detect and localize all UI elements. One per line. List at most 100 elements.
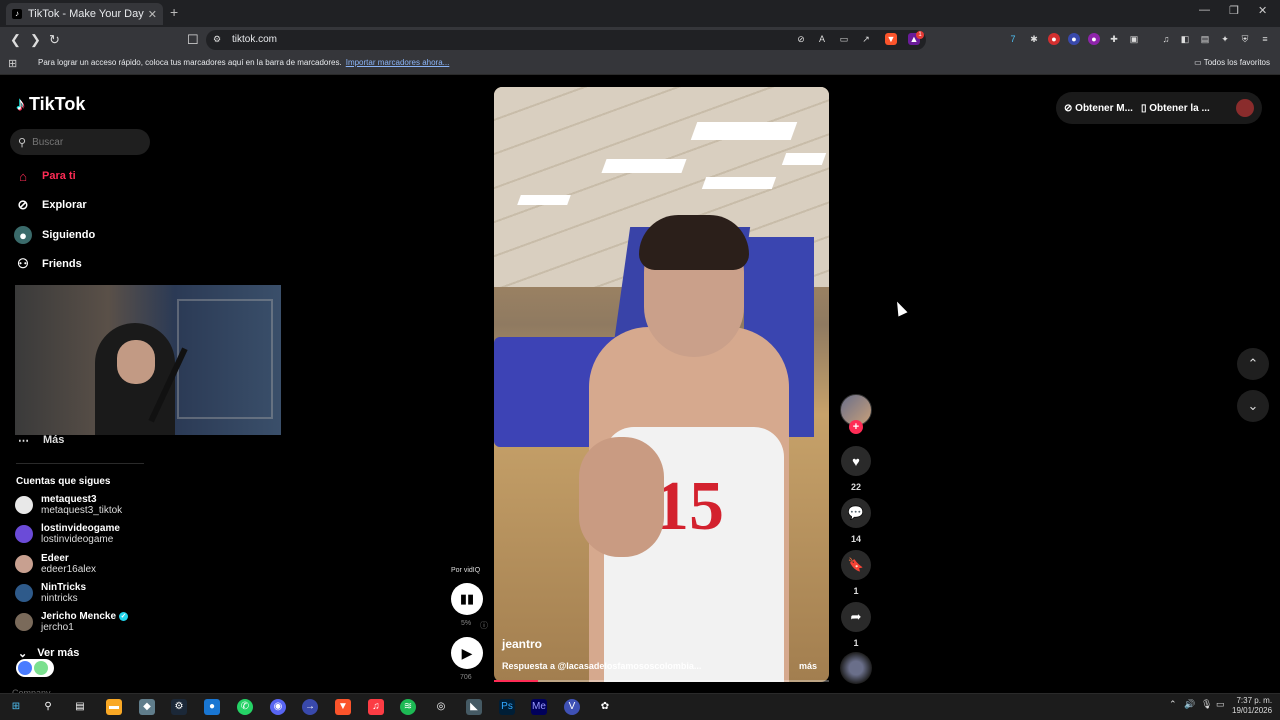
follow-plus-icon[interactable]: + [849, 420, 863, 434]
steam-icon[interactable]: ⚙ [171, 699, 187, 715]
extension-1-icon[interactable]: 7 [1007, 33, 1019, 45]
account-item[interactable]: lostinvideogame lostinvideogame [15, 523, 120, 545]
brave-shield-icon[interactable]: ▼ [885, 33, 897, 45]
vidiq-percent: 5% [461, 620, 472, 627]
photoshop-icon[interactable]: Ps [499, 699, 515, 715]
chatgpt-icon[interactable]: ✿ [597, 699, 613, 715]
extensions-puzzle-icon[interactable]: ✚ [1108, 33, 1120, 45]
more-label: Más [43, 434, 65, 446]
volume-icon[interactable]: 🔊 [1184, 699, 1195, 710]
discord-icon[interactable]: ◉ [270, 699, 286, 715]
bookmark-icon[interactable]: ☐ [187, 32, 199, 48]
browser-tab[interactable]: ♪ TikTok - Make Your Day ✕ [6, 3, 163, 25]
video-progress-bar[interactable] [494, 680, 829, 682]
brave-icon[interactable]: ▼ [335, 699, 351, 715]
account-item[interactable]: NinTricks nintricks [15, 582, 86, 604]
search-input[interactable] [32, 136, 133, 148]
tray-chevron-icon[interactable]: ⌃ [1169, 699, 1177, 710]
app-icon[interactable]: ◎ [433, 699, 449, 715]
cast-icon[interactable]: ▭ [838, 33, 850, 45]
comment-button[interactable]: 💬 [841, 498, 871, 528]
info-icon[interactable]: ⓘ [480, 620, 488, 631]
get-app-button[interactable]: ⊘ Obtener M... [1064, 103, 1133, 114]
save-button[interactable]: 🔖 [841, 550, 871, 580]
video-player[interactable]: 15 [494, 87, 829, 682]
file-explorer-icon[interactable]: ▬ [106, 699, 122, 715]
network-icon[interactable]: ▭ [1216, 699, 1225, 710]
translate-icon[interactable]: A [816, 33, 828, 45]
vidiq-stats-button[interactable]: ▮▮ [451, 583, 483, 615]
site-info-icon[interactable]: ⚙ [213, 34, 221, 45]
whatsapp-icon[interactable]: ✆ [237, 699, 253, 715]
music-disc-icon[interactable] [840, 652, 872, 684]
spotify-icon[interactable]: ≋ [400, 699, 416, 715]
url-text[interactable]: tiktok.com [232, 34, 277, 45]
like-button[interactable]: ♥ [841, 446, 871, 476]
share-button[interactable]: ➦ [841, 602, 871, 632]
new-tab-button[interactable]: + [170, 4, 178, 20]
sidebar-toggle-icon[interactable]: ◧ [1179, 33, 1191, 45]
music-icon[interactable]: ♫ [1160, 33, 1172, 45]
search-box[interactable]: ⚲ [10, 129, 150, 155]
nav-item-siguiendo[interactable]: ● Siguiendo [14, 226, 95, 244]
no-image-icon[interactable]: ⊘ [795, 33, 807, 45]
video-author[interactable]: jeantro [502, 637, 542, 651]
tiktok-logo[interactable]: ♪ TikTok [16, 94, 85, 115]
wallet-icon[interactable]: ▣ [1128, 33, 1140, 45]
profile-avatar[interactable] [1236, 99, 1254, 117]
app-icon[interactable]: V [564, 699, 580, 715]
account-name: metaquest3 [41, 494, 97, 505]
extension-3-icon[interactable]: ● [1048, 33, 1060, 45]
video-more-link[interactable]: más [799, 661, 817, 671]
extension-5-icon[interactable]: ● [1088, 33, 1100, 45]
app-icon[interactable]: → [302, 699, 318, 715]
taskbar-clock[interactable]: 7:37 p. m. 19/01/2026 [1232, 696, 1272, 716]
floating-widget[interactable] [16, 659, 54, 677]
video-description[interactable]: Respuesta a @lacasadelosfamososcolombia.… [502, 661, 701, 671]
windows-start-icon[interactable]: ⊞ [8, 699, 24, 715]
nav-item-para-ti[interactable]: ⌂ Para ti [14, 167, 76, 185]
import-bookmarks-link[interactable]: Importar marcadores ahora... [346, 58, 450, 67]
mic-icon[interactable]: 🎙 [1201, 699, 1212, 710]
play-button[interactable]: ▶ [451, 637, 483, 669]
task-view-icon[interactable]: ▤ [72, 699, 88, 715]
account-item[interactable]: metaquest3 metaquest3_tiktok [15, 494, 122, 516]
restore-icon[interactable]: ❐ [1229, 4, 1239, 17]
apps-grid-icon[interactable]: ⊞ [8, 57, 17, 70]
share-icon[interactable]: ↗ [860, 33, 872, 45]
extension-2-icon[interactable]: ✱ [1028, 33, 1040, 45]
video-person-hair [639, 215, 749, 270]
wallet-2-icon[interactable]: ▤ [1199, 33, 1211, 45]
menu-icon[interactable]: ≡ [1259, 33, 1271, 45]
video-person-fist [579, 437, 664, 557]
reload-icon[interactable]: ↻ [49, 32, 60, 48]
leo-ai-icon[interactable]: ✦ [1219, 33, 1231, 45]
extension-4-icon[interactable]: ● [1068, 33, 1080, 45]
app-icon[interactable]: ◆ [139, 699, 155, 715]
previous-video-button[interactable]: ⌃ [1237, 348, 1269, 380]
account-username: nintricks [41, 593, 78, 604]
get-desktop-button[interactable]: ▯ Obtener la ... [1141, 103, 1210, 114]
tab-close-icon[interactable]: ✕ [148, 8, 157, 21]
search-taskbar-icon[interactable]: ⚲ [40, 699, 56, 715]
window-close-icon[interactable]: ✕ [1258, 4, 1267, 17]
bar-chart-icon: ▮▮ [459, 591, 475, 606]
vpn-shield-icon[interactable]: ⛨ [1239, 33, 1251, 45]
nav-item-friends[interactable]: ⚇ Friends [14, 255, 82, 273]
bookmarks-bar: ⊞ Para lograr un acceso rápido, coloca t… [0, 53, 1280, 75]
next-video-button[interactable]: ⌄ [1237, 390, 1269, 422]
media-encoder-icon[interactable]: Me [531, 699, 547, 715]
nav-item-explorar[interactable]: ⊘ Explorar [14, 196, 87, 214]
music-app-icon[interactable]: ♫ [368, 699, 384, 715]
nav-label: Explorar [42, 199, 87, 211]
more-menu[interactable]: ⋯ Más [18, 434, 64, 447]
account-item[interactable]: Edeer edeer16alex [15, 553, 96, 575]
forward-icon[interactable]: ❯ [30, 32, 41, 48]
rewards-badge: 1 [916, 31, 924, 39]
app-icon[interactable]: ◣ [466, 699, 482, 715]
all-favorites-button[interactable]: ▭ Todos los favoritos [1194, 58, 1270, 67]
account-item[interactable]: Jericho Mencke ✓ jercho1 [15, 611, 129, 633]
app-icon[interactable]: ● [204, 699, 220, 715]
back-icon[interactable]: ❮ [10, 32, 21, 48]
minimize-icon[interactable]: — [1199, 4, 1210, 16]
